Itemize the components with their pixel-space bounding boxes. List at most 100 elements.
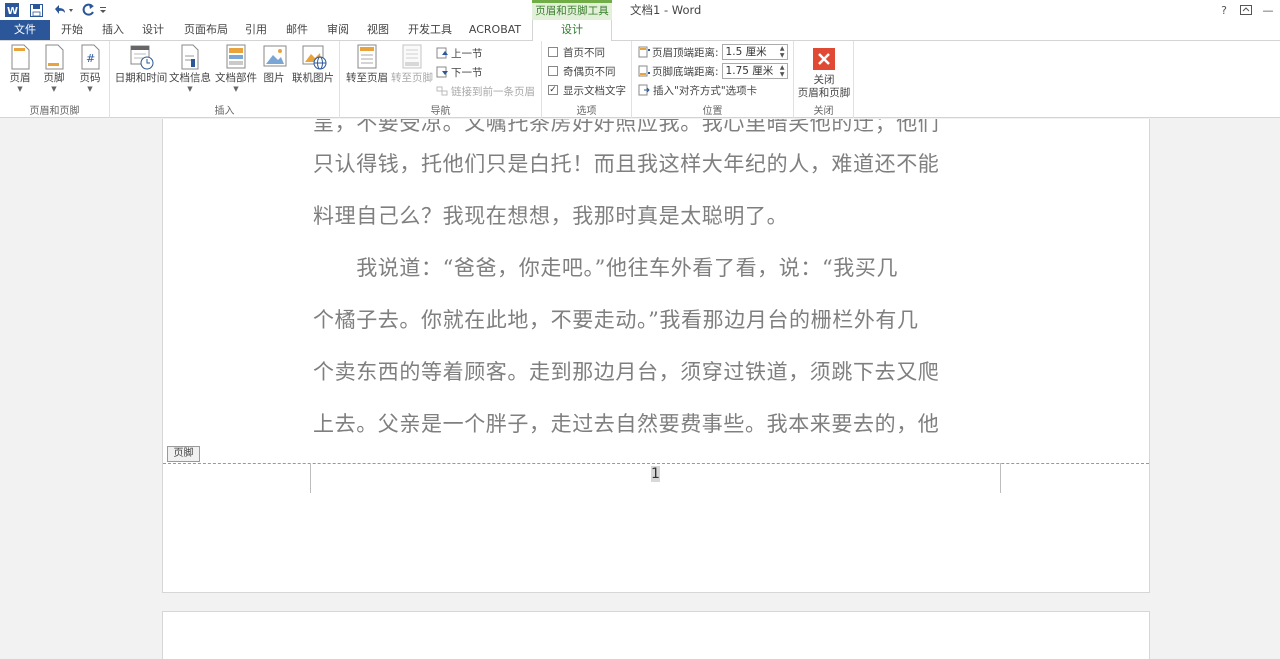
- footer-margin-mark-right: [1000, 463, 1001, 493]
- tab-insert[interactable]: 插入: [100, 20, 126, 40]
- group-navigation: 转至页眉 转至页脚 上一节 下一节 链接到前一条页眉 导航: [340, 41, 542, 118]
- footer-position-icon: [638, 65, 650, 77]
- checkbox-box: [548, 47, 558, 57]
- group-label-navigation: 导航: [430, 106, 451, 117]
- footer-page-number[interactable]: 1: [651, 466, 660, 482]
- group-label-insert: 插入: [214, 106, 235, 117]
- goto-header-button[interactable]: 转至页眉: [344, 44, 390, 85]
- svg-text:#: #: [86, 52, 95, 65]
- next-section-icon: [436, 66, 448, 78]
- group-insert: 日期和时间 文档信息 ▼ 文档部件 ▼ 图片 联机图片 插入: [110, 41, 340, 118]
- title-bar: W 页眉和页脚工具 文档1 - Word ? —: [0, 0, 1280, 20]
- picture-button[interactable]: 图片: [260, 44, 288, 85]
- page[interactable]: 呈，不要受凉。又嘱托茶房好好照应我。我心里暗笑他的迂；他们 只认得钱，托他们只是…: [162, 119, 1150, 593]
- tab-acrobat[interactable]: ACROBAT: [468, 20, 522, 40]
- page-number-button[interactable]: # 页码 ▼: [76, 44, 104, 93]
- body-text-line[interactable]: 个橘子去。你就在此地，不要走动。”我看那边月台的栅栏外有几: [313, 304, 985, 334]
- previous-section-button[interactable]: 上一节: [436, 45, 483, 61]
- body-text-line[interactable]: 我说道：“爸爸，你走吧。”他往车外看了看，说：“我买几: [313, 252, 985, 282]
- tab-mailings[interactable]: 邮件: [284, 20, 310, 40]
- group-label-position: 位置: [702, 106, 723, 117]
- tab-review[interactable]: 审阅: [324, 20, 352, 40]
- header-top-distance: 页眉顶端距离: 1.5 厘米 ▲ ▼: [638, 43, 788, 61]
- group-label-close: 关闭: [813, 106, 834, 117]
- group-position: 页眉顶端距离: 1.5 厘米 ▲ ▼ 页脚底端距离: 1.75 厘米 ▲ ▼ 插入"…: [632, 41, 794, 118]
- tab-developer[interactable]: 开发工具: [406, 20, 454, 40]
- previous-section-label: 上一节: [451, 47, 483, 60]
- footer-bottom-value: 1.75 厘米: [725, 65, 774, 77]
- close-label-line2: 页眉和页脚: [797, 87, 851, 99]
- tab-view[interactable]: 视图: [364, 20, 392, 40]
- goto-footer-icon: [401, 44, 423, 70]
- group-label-options: 选项: [576, 106, 597, 117]
- document-area[interactable]: 呈，不要受凉。又嘱托茶房好好照应我。我心里暗笑他的迂；他们 只认得钱，托他们只是…: [0, 119, 1280, 659]
- different-odd-even-checkbox[interactable]: 奇偶页不同: [548, 63, 616, 79]
- doc-info-label: 文档信息: [169, 72, 211, 84]
- body-text-line[interactable]: 料理自己么？我现在想想，我那时真是太聪明了。: [313, 200, 985, 230]
- close-icon: [813, 48, 835, 70]
- body-text-line[interactable]: 只认得钱，托他们只是白托！而且我这样大年纪的人，难道还不能: [313, 148, 985, 178]
- link-to-previous-button[interactable]: 链接到前一条页眉: [436, 83, 535, 99]
- footer-margin-mark-left: [310, 463, 311, 493]
- different-odd-even-label: 奇偶页不同: [563, 65, 616, 78]
- previous-section-icon: [436, 47, 448, 59]
- online-picture-button[interactable]: 联机图片: [290, 44, 336, 85]
- footer-bottom-input[interactable]: 1.75 厘米 ▲ ▼: [721, 63, 788, 79]
- tab-design-doc[interactable]: 设计: [140, 20, 166, 40]
- show-document-text-label: 显示文档文字: [563, 84, 626, 97]
- tab-home[interactable]: 开始: [58, 20, 86, 40]
- group-options: 首页不同 奇偶页不同 ✓ 显示文档文字 选项: [542, 41, 632, 118]
- spinner-arrows-icon[interactable]: ▲ ▼: [780, 45, 785, 59]
- footer-bottom-label: 页脚底端距离:: [652, 65, 719, 78]
- svg-text:W: W: [7, 6, 18, 17]
- page-next[interactable]: [162, 611, 1150, 659]
- doc-parts-button[interactable]: 文档部件 ▼: [214, 44, 258, 93]
- page-number-label: 页码: [79, 72, 101, 84]
- different-first-page-checkbox[interactable]: 首页不同: [548, 44, 605, 60]
- doc-info-button[interactable]: 文档信息 ▼: [168, 44, 212, 93]
- different-first-page-label: 首页不同: [563, 46, 605, 59]
- goto-footer-button[interactable]: 转至页脚: [390, 44, 434, 85]
- show-document-text-checkbox[interactable]: ✓ 显示文档文字: [548, 82, 626, 98]
- word-app-icon[interactable]: W: [4, 2, 20, 18]
- header-position-icon: [638, 46, 650, 58]
- date-time-button[interactable]: 日期和时间: [114, 44, 168, 85]
- body-text-line[interactable]: 呈，不要受凉。又嘱托茶房好好照应我。我心里暗笑他的迂；他们: [313, 119, 985, 137]
- body-text-line[interactable]: 上去。父亲是一个胖子，走过去自然要费事些。我本来要去的，他: [313, 408, 985, 438]
- customize-qat-icon[interactable]: [98, 2, 108, 18]
- header-top-input[interactable]: 1.5 厘米 ▲ ▼: [721, 44, 788, 60]
- footer-icon: [43, 44, 65, 70]
- save-icon[interactable]: [28, 2, 44, 18]
- insert-alignment-tab-button[interactable]: 插入"对齐方式"选项卡: [638, 82, 757, 98]
- tab-header-footer-design[interactable]: 设计: [532, 20, 612, 41]
- ribbon-display-options-icon[interactable]: [1238, 2, 1254, 18]
- ribbon: 页眉 ▼ 页脚 ▼ # 页码 ▼ 页眉和页脚 日期和时间 文档信息 ▼ 文档部件…: [0, 40, 1280, 118]
- tab-file[interactable]: 文件: [0, 20, 50, 40]
- goto-header-icon: [356, 44, 378, 70]
- online-picture-icon: [302, 44, 327, 70]
- link-icon: [436, 85, 448, 97]
- tab-page-layout[interactable]: 页面布局: [182, 20, 230, 40]
- chevron-down-icon: ▼: [233, 85, 239, 93]
- window-title: 文档1 - Word: [630, 3, 702, 17]
- footer-tag: 页脚: [167, 446, 200, 462]
- spinner-arrows-icon[interactable]: ▲ ▼: [780, 64, 785, 78]
- close-header-footer-button[interactable]: 关闭 页眉和页脚: [796, 44, 852, 100]
- doc-parts-icon: [225, 44, 247, 70]
- next-section-button[interactable]: 下一节: [436, 64, 483, 80]
- chevron-down-icon: ▼: [87, 85, 93, 93]
- date-time-label: 日期和时间: [114, 72, 168, 84]
- group-close: 关闭 页眉和页脚 关闭: [794, 41, 854, 118]
- calendar-clock-icon: [130, 44, 154, 70]
- redo-icon[interactable]: [80, 2, 96, 18]
- tab-references[interactable]: 引用: [242, 20, 270, 40]
- footer-button[interactable]: 页脚 ▼: [40, 44, 68, 93]
- body-text-line[interactable]: 个卖东西的等着顾客。走到那边月台，须穿过铁道，须跳下去又爬: [313, 356, 985, 386]
- close-label-line1: 关闭: [813, 74, 835, 86]
- header-button[interactable]: 页眉 ▼: [6, 44, 34, 93]
- help-button[interactable]: ?: [1216, 2, 1232, 18]
- doc-info-icon: [179, 44, 201, 70]
- minimize-button[interactable]: —: [1260, 2, 1276, 18]
- chevron-down-icon: ▼: [17, 85, 23, 93]
- undo-icon[interactable]: [52, 2, 74, 18]
